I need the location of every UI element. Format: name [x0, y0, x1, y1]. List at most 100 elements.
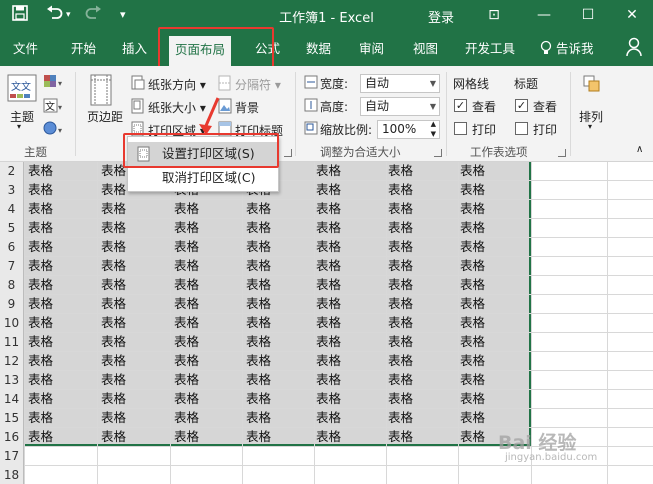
row-header[interactable]: 10 [0, 314, 24, 333]
table-cell[interactable]: 表格 [246, 314, 271, 332]
table-cell[interactable]: 表格 [246, 200, 271, 218]
table-cell[interactable]: 表格 [101, 409, 126, 427]
table-cell[interactable]: 表格 [174, 352, 199, 370]
table-cell[interactable]: 表格 [388, 219, 413, 237]
row-header[interactable]: 11 [0, 333, 24, 352]
tab-data[interactable]: 数据 [306, 40, 331, 58]
table-cell[interactable]: 表格 [388, 295, 413, 313]
tab-insert[interactable]: 插入 [122, 40, 147, 58]
tab-review[interactable]: 审阅 [359, 40, 384, 58]
table-cell[interactable]: 表格 [388, 276, 413, 294]
table-cell[interactable]: 表格 [460, 295, 485, 313]
table-cell[interactable]: 表格 [174, 428, 199, 446]
row-header[interactable]: 12 [0, 352, 24, 371]
table-cell[interactable]: 表格 [28, 371, 53, 389]
table-cell[interactable]: 表格 [101, 390, 126, 408]
table-cell[interactable]: 表格 [174, 409, 199, 427]
table-cell[interactable]: 表格 [28, 409, 53, 427]
table-cell[interactable]: 表格 [388, 428, 413, 446]
table-cell[interactable]: 表格 [28, 333, 53, 351]
themes-button[interactable]: 主题 [10, 108, 34, 125]
table-cell[interactable]: 表格 [460, 276, 485, 294]
table-cell[interactable]: 表格 [316, 238, 341, 256]
row-header[interactable]: 7 [0, 257, 24, 276]
table-cell[interactable]: 表格 [460, 390, 485, 408]
row-header[interactable]: 6 [0, 238, 24, 257]
table-cell[interactable]: 表格 [460, 371, 485, 389]
table-cell[interactable]: 表格 [174, 314, 199, 332]
table-cell[interactable]: 表格 [388, 409, 413, 427]
table-cell[interactable]: 表格 [388, 390, 413, 408]
clear-print-area-item[interactable]: 取消打印区域(C) [128, 166, 278, 190]
arrange-dropdown-icon[interactable]: ▾ [588, 122, 592, 131]
table-cell[interactable]: 表格 [316, 200, 341, 218]
table-cell[interactable]: 表格 [28, 257, 53, 275]
tab-view[interactable]: 视图 [413, 40, 438, 58]
ribbon-display-options-icon[interactable]: ⊡ [482, 4, 506, 26]
table-cell[interactable]: 表格 [101, 276, 126, 294]
share-person-icon[interactable] [626, 37, 642, 62]
table-cell[interactable]: 表格 [460, 352, 485, 370]
table-cell[interactable]: 表格 [460, 219, 485, 237]
background-button[interactable]: 背景 [235, 99, 259, 116]
row-header[interactable]: 14 [0, 390, 24, 409]
table-cell[interactable]: 表格 [316, 257, 341, 275]
row-header[interactable]: 17 [0, 447, 24, 466]
table-cell[interactable]: 表格 [28, 200, 53, 218]
theme-colors-icon[interactable]: ▾ [43, 74, 65, 93]
table-cell[interactable]: 表格 [388, 200, 413, 218]
table-cell[interactable]: 表格 [28, 219, 53, 237]
table-cell[interactable]: 表格 [28, 352, 53, 370]
headings-view-checkbox[interactable]: ✓ [515, 99, 528, 112]
table-cell[interactable]: 表格 [246, 390, 271, 408]
table-cell[interactable]: 表格 [174, 257, 199, 275]
theme-fonts-icon[interactable]: 文 ▾ [43, 98, 65, 117]
margins-button[interactable]: 页边距 [87, 108, 123, 125]
orientation-button[interactable]: 纸张方向 ▾ [148, 76, 206, 93]
table-cell[interactable]: 表格 [246, 219, 271, 237]
table-cell[interactable]: 表格 [388, 314, 413, 332]
table-cell[interactable]: 表格 [388, 238, 413, 256]
table-cell[interactable]: 表格 [101, 200, 126, 218]
table-cell[interactable]: 表格 [460, 409, 485, 427]
row-header[interactable]: 18 [0, 466, 24, 484]
table-cell[interactable]: 表格 [28, 238, 53, 256]
row-header[interactable]: 4 [0, 200, 24, 219]
table-cell[interactable]: 表格 [316, 295, 341, 313]
table-cell[interactable]: 表格 [174, 238, 199, 256]
tab-file[interactable]: 文件 [13, 40, 38, 58]
table-cell[interactable]: 表格 [388, 352, 413, 370]
row-header[interactable]: 8 [0, 276, 24, 295]
row-header[interactable]: 5 [0, 219, 24, 238]
table-cell[interactable]: 表格 [101, 428, 126, 446]
page-size-icon[interactable] [131, 98, 145, 117]
table-cell[interactable]: 表格 [101, 371, 126, 389]
table-cell[interactable]: 表格 [246, 371, 271, 389]
table-cell[interactable]: 表格 [388, 181, 413, 199]
table-cell[interactable]: 表格 [174, 295, 199, 313]
margins-icon[interactable] [90, 74, 112, 111]
table-cell[interactable]: 表格 [316, 314, 341, 332]
table-cell[interactable]: 表格 [316, 428, 341, 446]
table-cell[interactable]: 表格 [174, 371, 199, 389]
table-cell[interactable]: 表格 [28, 181, 53, 199]
orientation-icon[interactable] [131, 75, 145, 94]
table-cell[interactable]: 表格 [316, 371, 341, 389]
table-cell[interactable]: 表格 [28, 390, 53, 408]
table-cell[interactable]: 表格 [174, 200, 199, 218]
table-cell[interactable]: 表格 [101, 257, 126, 275]
table-cell[interactable]: 表格 [28, 276, 53, 294]
table-cell[interactable]: 表格 [246, 257, 271, 275]
row-header[interactable]: 15 [0, 409, 24, 428]
table-cell[interactable]: 表格 [246, 409, 271, 427]
table-cell[interactable]: 表格 [246, 276, 271, 294]
table-cell[interactable]: 表格 [101, 333, 126, 351]
row-header[interactable]: 2 [0, 162, 24, 181]
login-link[interactable]: 登录 [428, 7, 454, 26]
table-cell[interactable]: 表格 [246, 352, 271, 370]
table-cell[interactable]: 表格 [460, 162, 485, 180]
table-cell[interactable]: 表格 [174, 219, 199, 237]
minimize-button[interactable]: — [532, 4, 556, 26]
table-cell[interactable]: 表格 [316, 181, 341, 199]
table-cell[interactable]: 表格 [101, 181, 126, 199]
